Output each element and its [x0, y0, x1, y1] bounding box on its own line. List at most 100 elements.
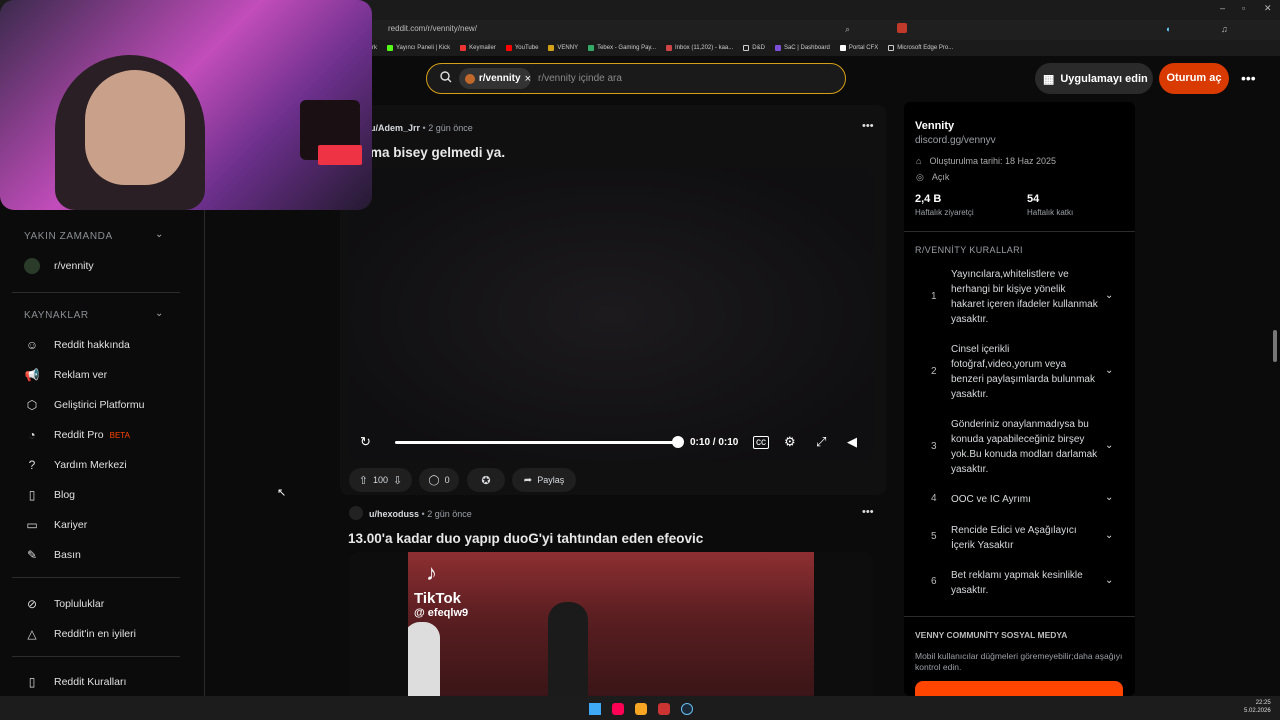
award-button[interactable]: ✪	[467, 468, 505, 492]
rule-item[interactable]: 6 Bet reklamı yapmak kesinlikle yasaktır…	[915, 567, 1125, 599]
chip-close-icon[interactable]: ×	[525, 73, 531, 85]
url-text[interactable]: reddit.com/r/vennity/new/	[388, 24, 477, 33]
bookmark-item[interactable]: Portal CFX	[839, 45, 878, 51]
webcam-light	[318, 145, 362, 165]
address-bar[interactable]	[370, 20, 1280, 40]
sidebar-item-developer[interactable]: ⬡ Geliştirici Platformu	[24, 397, 145, 413]
sidebar-item-press[interactable]: ✎ Basın	[24, 547, 81, 563]
brave-browser-icon[interactable]	[612, 703, 624, 715]
post-author[interactable]: u/hexoduss	[369, 509, 419, 519]
share-button[interactable]: ➦ Paylaş	[512, 468, 576, 492]
bookmark-item[interactable]: Tebex - Gaming Pay...	[588, 45, 656, 51]
award-icon: ✪	[481, 474, 491, 487]
minimize-icon[interactable]: –	[1220, 3, 1225, 13]
chevron-down-icon[interactable]: ⌄	[1105, 440, 1113, 451]
fullscreen-icon[interactable]: ⤢	[816, 434, 826, 450]
chevron-down-icon[interactable]: ⌄	[1105, 575, 1113, 586]
post-author[interactable]: u/Adem_Jrr	[370, 123, 420, 133]
app-icon[interactable]	[658, 703, 670, 715]
login-button[interactable]: Oturum aç	[1159, 63, 1229, 94]
mouse-cursor-icon: ↖	[277, 487, 287, 499]
chevron-down-icon[interactable]: ⌄	[1105, 290, 1113, 301]
community-avatar-icon	[465, 73, 475, 84]
recent-section-title[interactable]: YAKIN ZAMANDA	[24, 231, 113, 242]
vote-buttons[interactable]: ⇧ 100 ⇩	[349, 468, 412, 492]
social-button[interactable]	[915, 681, 1123, 696]
sidebar-item-blog[interactable]: ▯ Blog	[24, 487, 75, 503]
post-options-icon[interactable]: •••	[862, 506, 874, 518]
chevron-up-icon[interactable]: ⌄	[155, 308, 163, 319]
sidebar-item-reddit-pro[interactable]: ◔ Reddit Pro BETA	[24, 427, 130, 443]
bookmark-fragment[interactable]: rk	[372, 45, 377, 51]
close-icon[interactable]: ✕	[1264, 3, 1272, 14]
webcam-face	[85, 70, 185, 185]
sidebar-item-rules[interactable]: ▯ Reddit Kuralları	[24, 674, 127, 690]
rule-item[interactable]: 3 Gönderiniz onaylanmadıysa bu konuda ya…	[915, 416, 1125, 478]
comment-icon: ◯	[428, 474, 440, 486]
steam-icon[interactable]	[681, 703, 693, 715]
sidebar-item-communities[interactable]: ⊘ Topluluklar	[24, 596, 104, 612]
bookmark-item[interactable]: Keymailer	[460, 45, 496, 51]
captions-icon[interactable]: cc	[753, 436, 769, 449]
rule-item[interactable]: 4 OOC ve IC Ayrımı ⌄	[915, 492, 1125, 512]
windows-start-icon[interactable]	[589, 703, 601, 715]
app-icon[interactable]	[635, 703, 647, 715]
gmail-icon	[666, 45, 672, 51]
megaphone-icon: 📢	[24, 368, 40, 382]
bookmark-item[interactable]: Inbox (11,202) - kaa...	[666, 45, 733, 51]
volume-icon[interactable]: ◀	[847, 434, 857, 450]
settings-gear-icon[interactable]: ⚙	[784, 434, 796, 450]
chevron-down-icon[interactable]: ⌄	[1105, 492, 1113, 503]
brave-shield-icon[interactable]	[897, 23, 907, 33]
video-player[interactable]	[349, 168, 873, 461]
communities-icon: ⊘	[26, 597, 38, 611]
sidebar-item-vennity[interactable]: r/vennity	[24, 258, 94, 274]
bookmark-item[interactable]: Yayıncı Paneli | Kick	[387, 45, 450, 51]
social-desc: Mobil kullanıcılar düğmeleri göremeyebil…	[915, 651, 1123, 672]
resources-section-title[interactable]: KAYNAKLAR	[24, 310, 89, 321]
chevron-down-icon[interactable]: ⌄	[1105, 530, 1113, 541]
post-title[interactable]: ma bisey gelmedi ya.	[370, 145, 505, 160]
rule-item[interactable]: 5 Rencide Edici ve Aşağılayıcı İçerik Ya…	[915, 522, 1125, 554]
zoom-icon[interactable]: ⌕	[845, 24, 850, 35]
community-link[interactable]: discord.gg/vennyv	[915, 135, 996, 146]
bookmark-item[interactable]: SaC | Dashboard	[774, 45, 830, 51]
sidebar-item-careers[interactable]: ▭ Kariyer	[24, 517, 87, 533]
taskbar-clock[interactable]: 22:25 5.02.2026	[1244, 699, 1271, 715]
tiktok-logo-icon: ♪	[426, 560, 437, 585]
created-date: ⌂ Oluşturulma tarihi: 18 Haz 2025	[916, 156, 1056, 166]
divider	[12, 577, 180, 578]
video-scrubber[interactable]	[672, 436, 684, 448]
bookmark-item[interactable]: D&D	[743, 45, 765, 51]
sidebar-item-best-of[interactable]: △ Reddit'in en iyileri	[24, 626, 136, 642]
music-icon[interactable]: ♫	[1221, 24, 1228, 34]
post-options-icon[interactable]: •••	[862, 120, 874, 132]
video-progress-bar[interactable]	[395, 441, 679, 444]
comments-button[interactable]: ◯ 0	[419, 468, 459, 492]
bookmark-item[interactable]: Microsoft Edge Pro...	[888, 45, 953, 51]
mic-icon: ✎	[26, 548, 38, 562]
sidebar-item-help[interactable]: ? Yardım Merkezi	[24, 457, 127, 473]
chevron-up-icon[interactable]: ⌄	[155, 229, 163, 240]
rule-item[interactable]: 2 Cinsel içerikli fotoğraf,video,yorum v…	[915, 341, 1125, 403]
get-app-button[interactable]: ▦ Uygulamayı edin	[1035, 63, 1153, 94]
folder-icon	[743, 45, 750, 51]
extension-icon[interactable]: ◖	[1165, 24, 1170, 34]
maximize-icon[interactable]: ▫	[1242, 3, 1245, 13]
bookmark-item[interactable]: YouTube	[505, 45, 538, 51]
avatar[interactable]	[349, 506, 363, 520]
more-options-icon[interactable]: •••	[1241, 70, 1256, 86]
chevron-down-icon[interactable]: ⌄	[1105, 365, 1113, 376]
downvote-icon[interactable]: ⇩	[393, 474, 402, 487]
sidebar-item-advertise[interactable]: 📢 Reklam ver	[24, 367, 108, 383]
bookmark-item[interactable]: VENNY	[548, 45, 578, 51]
scrollbar-thumb[interactable]	[1273, 330, 1277, 362]
youtube-icon	[505, 45, 512, 51]
upvote-icon[interactable]: ⇧	[359, 474, 368, 487]
sidebar-item-about[interactable]: ☺ Reddit hakkında	[24, 337, 130, 353]
video-thumbnail[interactable]: ♪ TikTok @ efeqlw9	[408, 552, 814, 697]
community-chip[interactable]: r/vennity ×	[459, 68, 531, 89]
rule-item[interactable]: 1 Yayıncılara,whitelistlere ve herhangi …	[915, 266, 1125, 328]
post-title[interactable]: 13.00'a kadar duo yapıp duoG'yi tahtında…	[348, 531, 703, 546]
replay-icon[interactable]: ↻	[360, 434, 371, 450]
